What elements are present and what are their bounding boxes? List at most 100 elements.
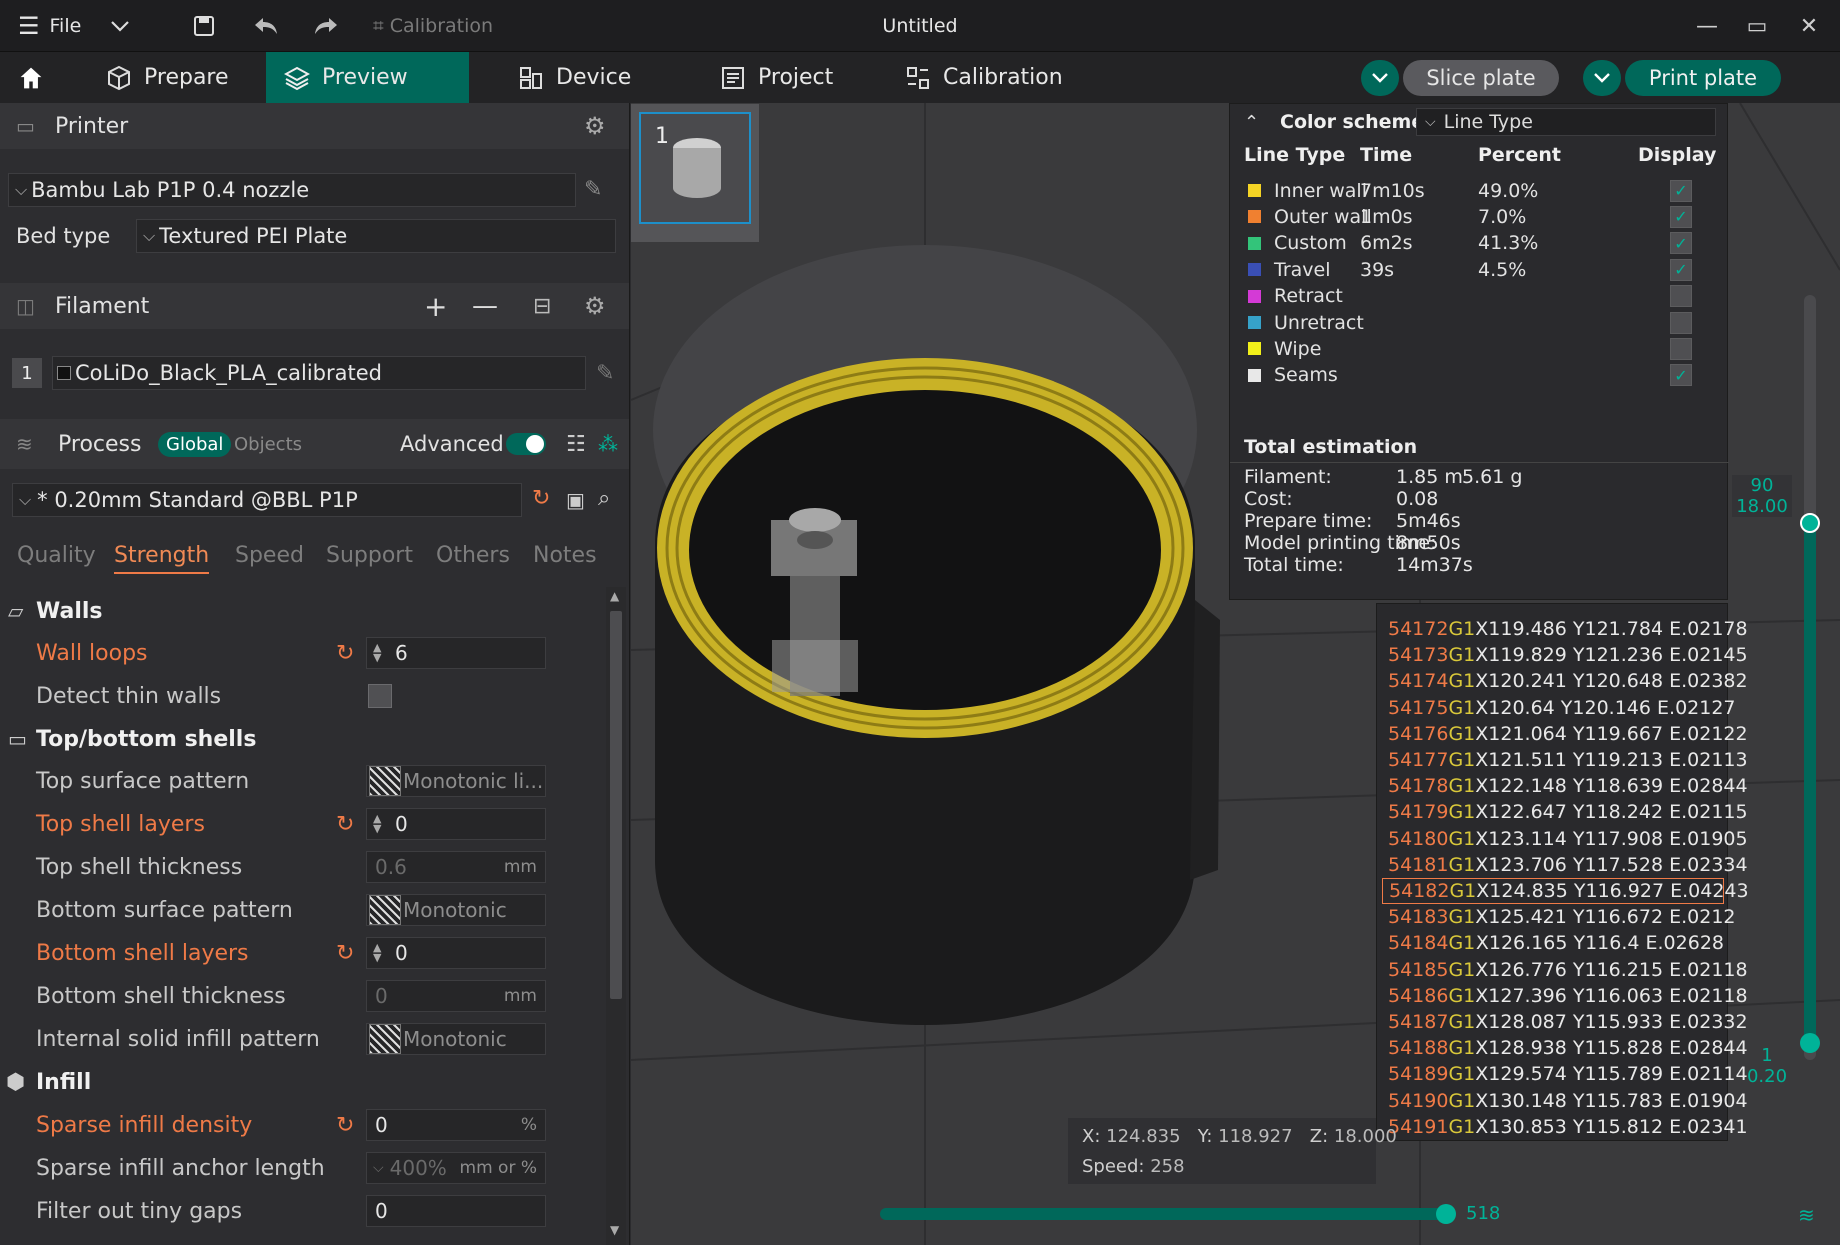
sparse-density-input[interactable]: 0 % [366, 1109, 546, 1141]
spin-arrows-icon[interactable]: ▲ ▼ [373, 813, 381, 834]
gcode-line[interactable]: 54184 G1 X126.165 Y116.4 E.02628 [1382, 930, 1724, 956]
tab-calibration[interactable]: Calibration [887, 52, 1081, 103]
global-toggle[interactable]: Global [158, 431, 232, 457]
objects-toggle[interactable]: Objects [234, 434, 302, 455]
gcode-line[interactable]: 54179 G1 X122.647 Y118.242 E.02115 [1382, 799, 1748, 825]
file-menu[interactable]: ☰ File [18, 0, 81, 52]
tab-speed[interactable]: Speed [235, 543, 304, 568]
calibration-menu[interactable]: ⌗ Calibration [373, 0, 493, 52]
display-checkbox[interactable] [1670, 311, 1692, 334]
top-shell-thickness-input[interactable]: 0.6 mm [366, 851, 546, 883]
display-checkbox[interactable]: ✓ [1670, 205, 1692, 228]
gcode-line[interactable]: 54174 G1 X120.241 Y120.648 E.02382 [1382, 668, 1748, 694]
undo-icon[interactable] [253, 0, 279, 52]
internal-solid-select[interactable]: Monotonic [366, 1023, 546, 1055]
gcode-line[interactable]: 54186 G1 X127.396 Y116.063 E.02118 [1382, 983, 1748, 1009]
display-checkbox[interactable]: ✓ [1670, 232, 1692, 255]
display-checkbox[interactable]: ✓ [1670, 179, 1692, 202]
close-icon[interactable]: ✕ [1783, 0, 1835, 52]
tab-project[interactable]: Project [702, 52, 851, 103]
gcode-line[interactable]: 54185 G1 X126.776 Y116.215 E.02118 [1382, 957, 1748, 983]
home-button[interactable] [0, 52, 62, 103]
bottom-shell-thickness-input[interactable]: 0 mm [366, 980, 546, 1012]
gcode-line[interactable]: 54178 G1 X122.148 Y118.639 E.02844 [1382, 773, 1748, 799]
wall-loops-input[interactable]: ▲ ▼ 6 [366, 637, 546, 669]
color-scheme-select[interactable]: ⌵ Line Type [1416, 108, 1716, 136]
minimize-icon[interactable]: — [1681, 0, 1733, 52]
tab-quality[interactable]: Quality [17, 543, 96, 568]
gcode-line[interactable]: 54191 G1 X130.853 Y115.812 E.02341 [1382, 1114, 1748, 1140]
reset-icon[interactable]: ↻ [336, 941, 354, 966]
layer-lower-handle[interactable] [1800, 1033, 1820, 1053]
layer-slider[interactable] [1798, 295, 1822, 1060]
reset-preset-icon[interactable]: ↻ [532, 486, 550, 511]
top-shell-layers-input[interactable]: ▲ ▼ 0 [366, 808, 546, 840]
printer-settings-gear-icon[interactable]: ⚙ [584, 112, 606, 140]
tab-prepare[interactable]: Prepare [88, 52, 247, 103]
display-checkbox[interactable] [1670, 337, 1692, 360]
filament-gear-icon[interactable]: ⚙ [584, 292, 606, 320]
spin-arrows-icon[interactable]: ▲ ▼ [373, 942, 381, 963]
gcode-line-selected[interactable]: 54182 G1 X124.835 Y116.927 E.04243 [1382, 878, 1749, 904]
gcode-line[interactable]: 54173 G1 X119.829 Y121.236 E.02145 [1382, 642, 1748, 668]
anchor-length-select[interactable]: ⌵ 400% mm or % [366, 1152, 546, 1184]
slice-plate-button[interactable]: Slice plate [1403, 60, 1559, 96]
tab-others[interactable]: Others [436, 543, 510, 568]
settings-scrollbar[interactable]: ▲ ▼ [606, 587, 626, 1245]
move-slider-handle[interactable] [1436, 1204, 1456, 1224]
move-slider[interactable] [880, 1204, 1456, 1224]
reset-icon[interactable]: ↻ [336, 1113, 354, 1138]
reset-icon[interactable]: ↻ [336, 812, 354, 837]
tab-strength[interactable]: Strength [114, 543, 210, 574]
compare-icon[interactable]: ⁂ [598, 432, 618, 456]
display-checkbox[interactable]: ✓ [1670, 258, 1692, 281]
gcode-line[interactable]: 54181 G1 X123.706 Y117.528 E.02334 [1382, 852, 1748, 878]
filament-select[interactable]: CoLiDo_Black_PLA_calibrated [52, 356, 586, 390]
gcode-line[interactable]: 54180 G1 X123.114 Y117.908 E.01905 [1382, 826, 1748, 852]
gcode-line[interactable]: 54177 G1 X121.511 Y119.213 E.02113 [1382, 747, 1748, 773]
tab-support[interactable]: Support [326, 543, 413, 568]
top-surface-pattern-select[interactable]: Monotonic li... [366, 765, 546, 797]
layer-upper-handle[interactable] [1800, 513, 1820, 533]
search-icon[interactable]: ⌕ [598, 486, 610, 511]
tab-notes[interactable]: Notes [533, 543, 597, 568]
tab-device[interactable]: Device [500, 52, 649, 103]
printer-preset-select[interactable]: ⌵ Bambu Lab P1P 0.4 nozzle [8, 173, 576, 207]
maximize-icon[interactable]: ▭ [1731, 0, 1783, 52]
process-preset-select[interactable]: ⌵ * 0.20mm Standard @BBL P1P [12, 483, 522, 517]
remove-filament-icon[interactable]: — [472, 291, 498, 321]
collapse-icon[interactable]: ⌃ [1244, 112, 1259, 133]
print-options-dropdown[interactable] [1583, 60, 1621, 96]
edit-printer-icon[interactable]: ✎ [584, 177, 602, 202]
bottom-surface-pattern-select[interactable]: Monotonic [366, 894, 546, 926]
bottom-shell-layers-input[interactable]: ▲ ▼ 0 [366, 937, 546, 969]
gcode-line[interactable]: 54188 G1 X128.938 Y115.828 E.02844 [1382, 1035, 1748, 1061]
gcode-line[interactable]: 54175 G1 X120.64 Y120.146 E.02127 [1382, 695, 1736, 721]
tiny-gaps-input[interactable]: 0 [366, 1195, 546, 1227]
layers-toggle-icon[interactable]: ≋ [1798, 1203, 1815, 1227]
gcode-line[interactable]: 54183 G1 X125.421 Y116.672 E.0212 [1382, 904, 1736, 930]
plate-thumbnail[interactable]: 1 [631, 104, 759, 242]
spin-arrows-icon[interactable]: ▲ ▼ [373, 642, 381, 663]
display-checkbox[interactable]: ✓ [1670, 364, 1692, 387]
edit-filament-icon[interactable]: ✎ [596, 361, 614, 386]
bed-type-select[interactable]: ⌵ Textured PEI Plate [136, 219, 616, 253]
gcode-line[interactable]: 54190 G1 X130.148 Y115.783 E.01904 [1382, 1088, 1748, 1114]
filament-settings-icon[interactable]: ⊟ [533, 294, 551, 319]
scroll-up-icon[interactable]: ▲ [610, 589, 619, 603]
advanced-switch[interactable] [506, 433, 546, 455]
scroll-down-icon[interactable]: ▼ [610, 1223, 619, 1237]
gcode-viewer[interactable]: 54172 G1 X119.486 Y121.784 E.02178 54173 G1 X… [1376, 603, 1749, 1141]
gcode-line[interactable]: 54172 G1 X119.486 Y121.784 E.02178 [1382, 616, 1748, 642]
tab-preview[interactable]: Preview [266, 52, 469, 103]
save-preset-icon[interactable]: ▣ [566, 488, 585, 512]
print-plate-button[interactable]: Print plate [1625, 60, 1781, 96]
redo-icon[interactable] [313, 0, 339, 52]
gcode-line[interactable]: 54176 G1 X121.064 Y119.667 E.02122 [1382, 721, 1748, 747]
menu-dropdown-chevron-icon[interactable] [110, 0, 130, 52]
detect-thin-walls-checkbox[interactable] [368, 684, 392, 708]
slice-options-dropdown[interactable] [1361, 60, 1399, 96]
gcode-line[interactable]: 54189 G1 X129.574 Y115.789 E.02114 [1382, 1061, 1748, 1087]
scroll-thumb[interactable] [610, 611, 622, 999]
save-icon[interactable] [192, 0, 216, 52]
